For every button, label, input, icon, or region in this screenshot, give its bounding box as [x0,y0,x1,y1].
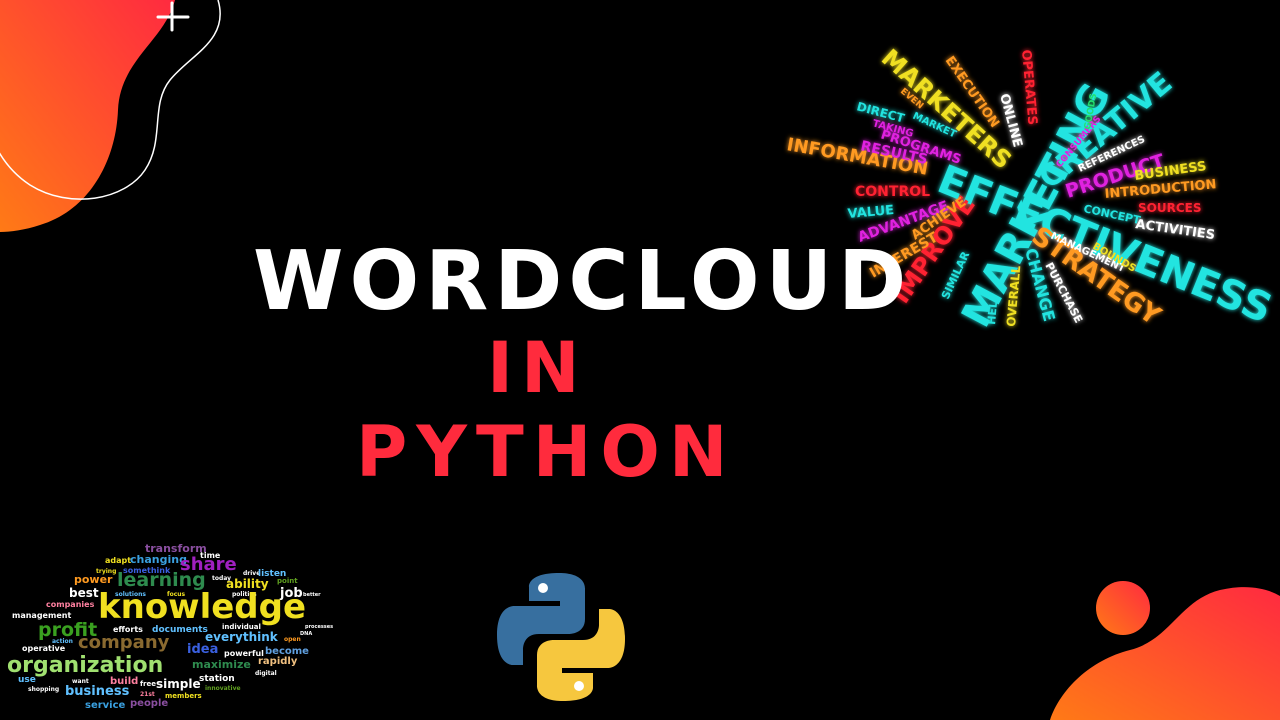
thumbnail: MARKETING EFFECTIVENESS CREATIVE STRATEG… [0,0,1280,720]
python-logo-icon [497,573,625,701]
